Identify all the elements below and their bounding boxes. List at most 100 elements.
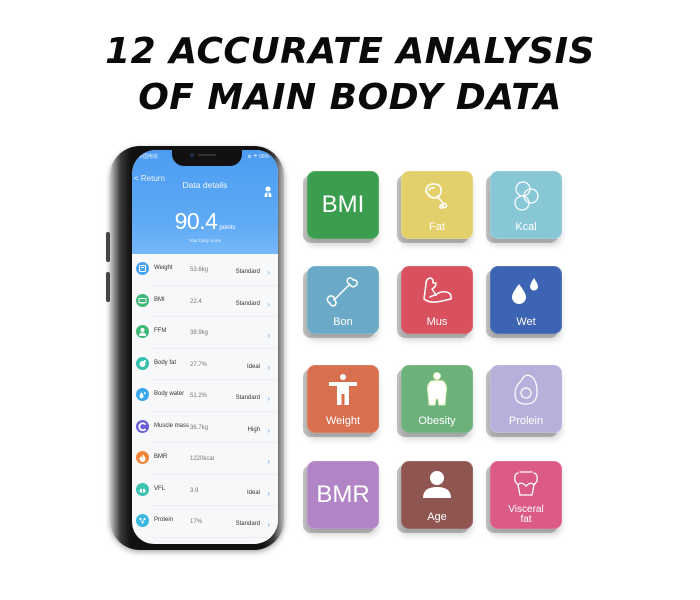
tile-age[interactable]: Age [401, 461, 473, 529]
scale-icon [136, 262, 149, 275]
screen-title: Data details [182, 180, 228, 190]
metric-row-protein[interactable]: Protein 17% Standard › [132, 506, 278, 538]
phone-screen: 中国电信 ⊕ ☂ 96% < Return Data details 90.4 p… [132, 150, 278, 544]
tile-label: Bon [333, 316, 353, 328]
bmi-text: BMI [321, 191, 365, 218]
water-drops-icon [512, 278, 538, 304]
metric-row-body-fat[interactable]: Body fat 27.7% Ideal › [132, 349, 278, 380]
volume-button [106, 232, 110, 262]
score-caption: Your body score [188, 238, 222, 243]
headline-line-2: OF MAIN BODY DATA [138, 77, 562, 118]
egg-icon [514, 374, 538, 405]
phone-notch [172, 150, 242, 166]
tile-visceral-fat[interactable]: Visceral fat [490, 461, 562, 529]
metric-status: High [247, 426, 260, 433]
headline-line-1: 12 ACCURATE ANALYSIS [105, 31, 595, 72]
metric-value: 17% [190, 519, 203, 525]
metric-status: Standard [235, 300, 260, 307]
metric-name: Protein [154, 517, 174, 523]
tile-label: Age [427, 511, 447, 523]
tile-bmr[interactable]: BMR [307, 461, 379, 529]
metric-name: Body water [154, 391, 185, 397]
tile-label: Visceral fat [508, 504, 544, 525]
tile-label: Wet [516, 316, 536, 328]
person-icon [136, 325, 149, 338]
chevron-right-icon[interactable]: › [267, 520, 270, 529]
chevron-right-icon[interactable]: › [267, 426, 270, 435]
drumstick-icon [425, 183, 448, 209]
metric-status: Standard [235, 521, 260, 527]
flexed-arm-icon [423, 277, 452, 303]
user-silhouette-icon [423, 471, 451, 498]
muscle-icon [136, 419, 149, 433]
metric-value: 22.4 [190, 298, 202, 305]
metric-list: Weight 53.6kg Standard › BMI 22.4 Standa… [132, 254, 278, 538]
tile-weight[interactable]: Weight [307, 365, 379, 433]
chevron-right-icon[interactable]: › [267, 268, 270, 277]
chevron-right-icon[interactable]: › [267, 363, 270, 372]
flame-icon [136, 451, 149, 464]
tile-prolein[interactable]: Prolein [490, 365, 562, 433]
tile-mus[interactable]: Mus [401, 266, 473, 334]
metric-name: FFM [154, 328, 167, 334]
tile-label: Obesity [418, 415, 456, 427]
carrier-label: 中国电信 [138, 154, 159, 160]
volume-button [106, 272, 110, 302]
metric-row-bmi[interactable]: BMI 22.4 Standard › [132, 286, 278, 317]
tile-label: Prolein [508, 415, 544, 427]
body-fat-icon [136, 356, 149, 370]
bmi-icon [136, 293, 149, 307]
chevron-right-icon[interactable]: › [267, 489, 270, 498]
tile-label: Weight [325, 415, 361, 427]
person-arms-out-icon [329, 374, 357, 405]
metric-status: Ideal [246, 489, 260, 496]
obese-person-icon [426, 372, 448, 406]
tile-label: Mus [426, 316, 448, 328]
body-score: 90.4 points [132, 208, 278, 235]
metric-row-weight[interactable]: Weight 53.6kg Standard › [132, 254, 278, 286]
metric-row-vfl[interactable]: VFL 3.9 Ideal › [132, 475, 278, 506]
metric-name: BMI [154, 296, 165, 303]
score-value: 90.4 [174, 208, 218, 234]
battery-status: ⊕ ☂ 96% [247, 154, 269, 160]
metric-status: Standard [235, 269, 260, 275]
metric-name: Body fat [154, 359, 177, 366]
metric-value: 1220kcal [190, 456, 215, 462]
tile-kcal[interactable]: Kcal [490, 171, 562, 239]
molecule-icon [136, 514, 149, 527]
row-divider [152, 536, 278, 538]
metric-name: BMR [154, 454, 168, 460]
metric-name: Muscle mass [154, 422, 190, 429]
metric-row-muscle-mass[interactable]: Muscle mass 36.7kg High › [132, 412, 278, 443]
metric-value: 51.2% [190, 393, 208, 399]
metric-status: Standard [235, 395, 260, 401]
chevron-right-icon[interactable]: › [267, 457, 270, 466]
user-profile-icon[interactable] [264, 186, 272, 197]
tile-obesity[interactable]: Obesity [401, 365, 473, 433]
chevron-right-icon[interactable]: › [267, 300, 270, 309]
metric-status: Ideal [246, 363, 260, 370]
metric-value: 27.7% [190, 361, 208, 368]
metric-row-body-water[interactable]: Body water 51.2% Standard › [132, 380, 278, 412]
chevron-right-icon[interactable]: › [267, 394, 270, 403]
water-drop-icon [136, 388, 149, 401]
tile-wet[interactable]: Wet [490, 266, 562, 334]
tile-bmi[interactable]: BMI [307, 171, 379, 239]
tile-fat[interactable]: Fat [401, 171, 473, 239]
metric-row-bmr[interactable]: BMR 1220kcal › [132, 443, 278, 475]
metric-value: 38.9kg [190, 330, 209, 336]
metric-value: 36.7kg [190, 424, 209, 431]
bmr-text: BMR [316, 481, 370, 508]
tile-label: Fat [429, 221, 445, 233]
circles-icon [514, 181, 539, 211]
metric-name: Weight [154, 265, 173, 271]
bone-icon [326, 277, 358, 307]
metric-name: VFL [154, 485, 166, 492]
metric-value: 53.6kg [190, 267, 209, 273]
metric-value: 3.9 [190, 487, 199, 494]
torso-icon [514, 471, 538, 496]
lungs-icon [136, 482, 149, 496]
metric-row-ffm[interactable]: FFM 38.9kg › [132, 317, 278, 349]
tile-bon[interactable]: Bon [307, 266, 379, 334]
chevron-right-icon[interactable]: › [267, 331, 270, 340]
